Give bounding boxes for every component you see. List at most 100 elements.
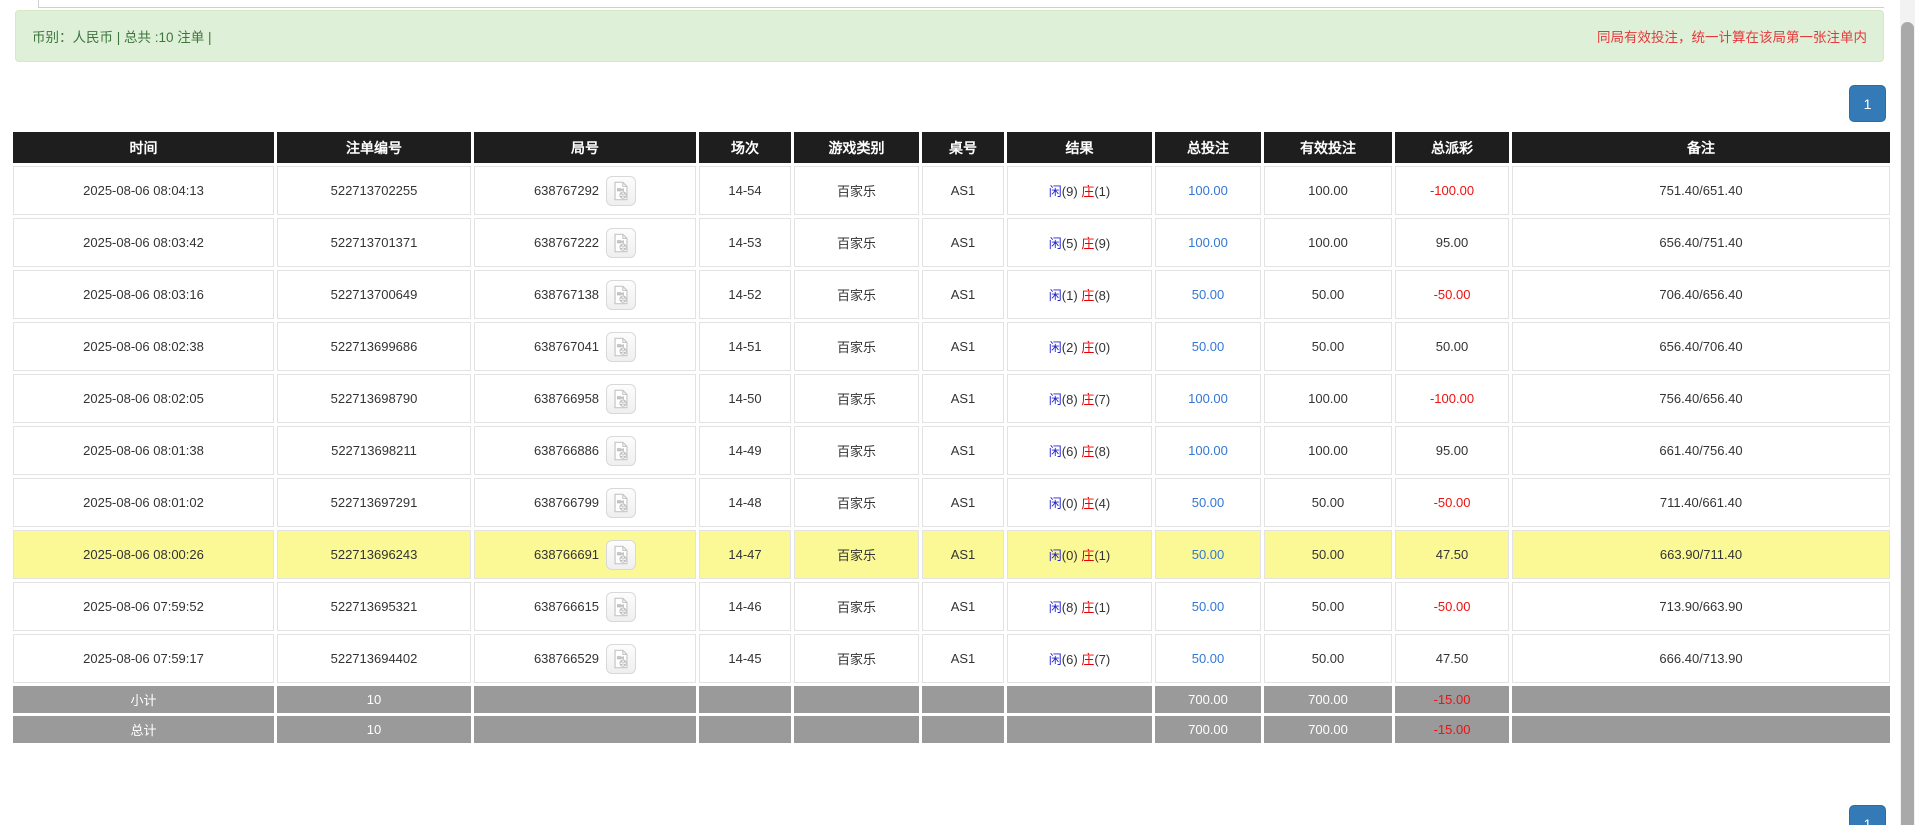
result-cell: 闲(9) 庄(1): [1007, 166, 1152, 215]
banker-result-label: 庄: [1081, 340, 1094, 355]
total-bet-link[interactable]: 50.00: [1192, 651, 1225, 666]
result-cell: 闲(6) 庄(7): [1007, 634, 1152, 683]
bet-id-cell: 522713698790: [277, 374, 471, 423]
total-bet-link[interactable]: 50.00: [1192, 599, 1225, 614]
pagination-page-1-bottom[interactable]: 1: [1849, 805, 1886, 825]
table-row: 2025-08-06 08:03:16 522713700649 6387671…: [13, 270, 1890, 319]
video-replay-button[interactable]: [606, 488, 636, 518]
round-id-text: 638766691: [534, 547, 599, 562]
player-result-score: (0): [1062, 496, 1078, 511]
game-type-cell: 百家乐: [794, 374, 919, 423]
time-cell: 2025-08-06 08:00:26: [13, 530, 274, 579]
valid-bet-cell: 50.00: [1264, 582, 1392, 631]
bet-id-cell: 522713694402: [277, 634, 471, 683]
pagination-page-1-top[interactable]: 1: [1849, 85, 1886, 122]
total-label: 总计: [13, 716, 274, 743]
valid-bet-cell: 100.00: [1264, 374, 1392, 423]
video-replay-button[interactable]: [606, 176, 636, 206]
col-time: 时间: [13, 132, 274, 163]
time-cell: 2025-08-06 08:03:42: [13, 218, 274, 267]
player-result-label: 闲: [1049, 496, 1062, 511]
subtotal-valid-bet: 700.00: [1264, 686, 1392, 713]
total-bet-cell: 100.00: [1155, 374, 1261, 423]
video-icon: [610, 336, 632, 358]
scrollbar[interactable]: [1900, 0, 1915, 825]
video-replay-button[interactable]: [606, 436, 636, 466]
total-bet-link[interactable]: 50.00: [1192, 339, 1225, 354]
col-round-id: 局号: [474, 132, 696, 163]
total-bet-link[interactable]: 100.00: [1188, 183, 1228, 198]
banker-result-score: (1): [1094, 184, 1110, 199]
video-icon: [610, 544, 632, 566]
table-no-cell: AS1: [922, 166, 1004, 215]
table-row: 2025-08-06 08:02:38 522713699686 6387670…: [13, 322, 1890, 371]
video-replay-button[interactable]: [606, 332, 636, 362]
table-row: 2025-08-06 08:02:05 522713698790 6387669…: [13, 374, 1890, 423]
game-type-cell: 百家乐: [794, 166, 919, 215]
total-bet-link[interactable]: 100.00: [1188, 443, 1228, 458]
table-no-cell: AS1: [922, 478, 1004, 527]
player-result-score: (2): [1062, 340, 1078, 355]
payout-cell: 50.00: [1395, 322, 1509, 371]
banker-result-score: (4): [1094, 496, 1110, 511]
bet-records-table: 时间 注单编号 局号 场次 游戏类别 桌号 结果 总投注 有效投注 总派彩 备注…: [10, 129, 1893, 746]
banker-result-label: 庄: [1081, 652, 1094, 667]
player-result-score: (1): [1062, 288, 1078, 303]
player-result-score: (8): [1062, 392, 1078, 407]
valid-bet-cell: 50.00: [1264, 270, 1392, 319]
subtotal-payout: -15.00: [1395, 686, 1509, 713]
total-bet-link[interactable]: 100.00: [1188, 235, 1228, 250]
settlement-notice-text: 同局有效投注，统一计算在该局第一张注单内: [1597, 26, 1867, 46]
table-no-cell: AS1: [922, 374, 1004, 423]
video-replay-button[interactable]: [606, 280, 636, 310]
banker-result-score: (8): [1094, 288, 1110, 303]
round-id-text: 638767222: [534, 235, 599, 250]
total-bet-link[interactable]: 50.00: [1192, 495, 1225, 510]
banker-result-label: 庄: [1081, 444, 1094, 459]
total-bet-link[interactable]: 50.00: [1192, 547, 1225, 562]
result-cell: 闲(2) 庄(0): [1007, 322, 1152, 371]
total-bet-cell: 100.00: [1155, 218, 1261, 267]
time-cell: 2025-08-06 08:03:16: [13, 270, 274, 319]
bet-records-screen: 币别：人民币 | 总共 :10 注单 | 同局有效投注，统一计算在该局第一张注单…: [0, 0, 1915, 825]
session-cell: 14-45: [699, 634, 791, 683]
total-bet-link[interactable]: 100.00: [1188, 391, 1228, 406]
result-cell: 闲(5) 庄(9): [1007, 218, 1152, 267]
round-id-cell: 638766886: [474, 426, 696, 475]
video-replay-button[interactable]: [606, 228, 636, 258]
video-replay-button[interactable]: [606, 644, 636, 674]
valid-bet-cell: 100.00: [1264, 218, 1392, 267]
banker-result-score: (7): [1094, 392, 1110, 407]
video-icon: [610, 284, 632, 306]
total-bet-cell: 50.00: [1155, 582, 1261, 631]
session-cell: 14-52: [699, 270, 791, 319]
table-body: 2025-08-06 08:04:13 522713702255 6387672…: [13, 166, 1890, 683]
bet-id-cell: 522713698211: [277, 426, 471, 475]
video-replay-button[interactable]: [606, 592, 636, 622]
video-icon: [610, 180, 632, 202]
col-payout: 总派彩: [1395, 132, 1509, 163]
table-row: 2025-08-06 08:00:26 522713696243 6387666…: [13, 530, 1890, 579]
round-id-cell: 638767138: [474, 270, 696, 319]
time-cell: 2025-08-06 08:02:05: [13, 374, 274, 423]
remark-cell: 713.90/663.90: [1512, 582, 1890, 631]
table-no-cell: AS1: [922, 218, 1004, 267]
game-type-cell: 百家乐: [794, 322, 919, 371]
total-bet-cell: 50.00: [1155, 634, 1261, 683]
video-replay-button[interactable]: [606, 384, 636, 414]
col-bet-id: 注单编号: [277, 132, 471, 163]
round-id-cell: 638767222: [474, 218, 696, 267]
bet-id-cell: 522713696243: [277, 530, 471, 579]
remark-cell: 751.40/651.40: [1512, 166, 1890, 215]
player-result-label: 闲: [1049, 236, 1062, 251]
total-bet-link[interactable]: 50.00: [1192, 287, 1225, 302]
collapsed-panel-edge: [38, 0, 1884, 8]
scrollbar-thumb[interactable]: [1901, 22, 1914, 825]
video-replay-button[interactable]: [606, 540, 636, 570]
video-icon: [610, 648, 632, 670]
game-type-cell: 百家乐: [794, 582, 919, 631]
game-type-cell: 百家乐: [794, 218, 919, 267]
round-id-text: 638766958: [534, 391, 599, 406]
result-cell: 闲(0) 庄(1): [1007, 530, 1152, 579]
banker-result-label: 庄: [1081, 184, 1094, 199]
